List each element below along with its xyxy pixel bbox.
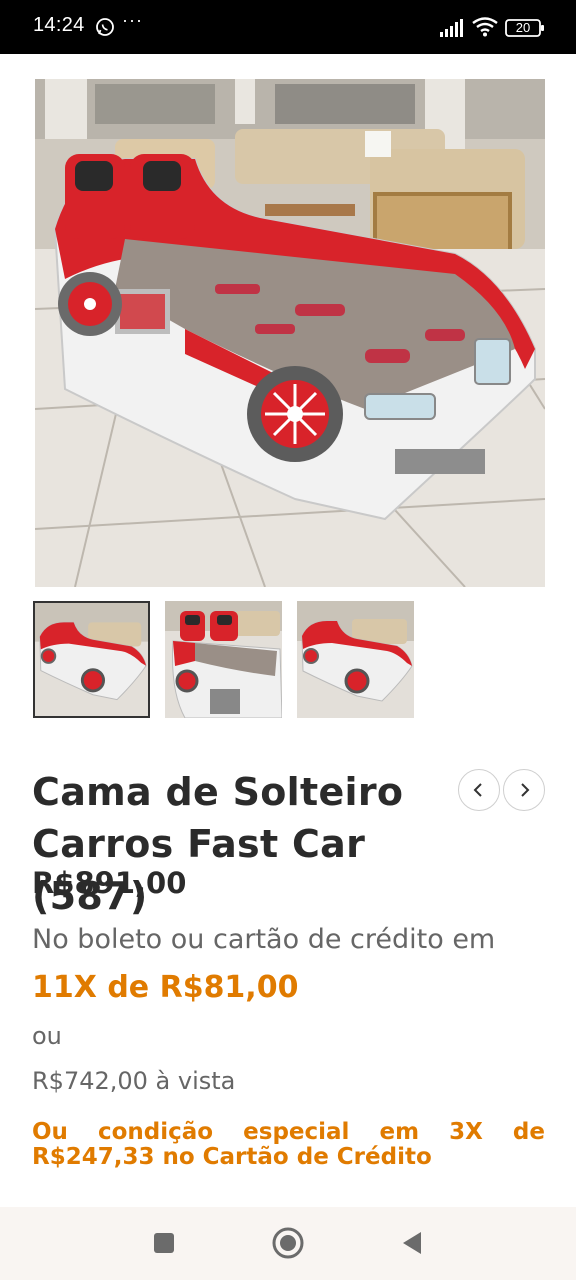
thumbnail-3[interactable] [297,601,414,718]
status-time: 14:24 [33,14,85,36]
back-triangle-icon [403,1232,421,1254]
wifi-icon [472,17,498,37]
chevron-left-icon [473,783,482,797]
status-bar: 14:24 ··· 20 [0,0,576,54]
thumbnail-1[interactable] [33,601,150,718]
thumbnail-2[interactable] [165,601,282,718]
previous-product-button[interactable] [458,769,500,811]
whatsapp-icon [96,18,114,36]
chevron-right-icon [521,783,530,797]
installment-price: 11X de R$81,00 [32,970,299,1005]
thumbnail-photo [35,603,148,716]
cash-price: R$742,00 à vista [32,1067,236,1095]
product-main-image[interactable] [35,79,545,587]
signal-icon [440,19,463,37]
product-price: R$891,00 [32,866,187,900]
more-dots-icon: ··· [122,10,143,30]
special-condition-line2: R$247,33 no Cartão de Crédito [32,1144,432,1170]
thumbnail-photo [297,601,414,718]
payment-note: No boleto ou cartão de crédito em [32,924,496,955]
home-circle-icon [272,1227,304,1259]
product-title-line1: Cama de Solteiro [32,770,404,814]
system-nav-bar [0,1207,576,1280]
special-condition: Ou condição especial em 3X de R$247,33 n… [32,1120,545,1170]
product-nav-arrows [458,769,548,811]
square-icon [154,1233,174,1253]
recents-button[interactable] [147,1226,181,1260]
or-text: ou [32,1022,62,1050]
back-button[interactable] [395,1226,429,1260]
battery-icon: 20 [505,18,545,38]
thumbnail-photo [165,601,282,718]
special-condition-line1: Ou condição especial em 3X de [32,1119,545,1145]
next-product-button[interactable] [503,769,545,811]
car-bed-photo [35,79,545,587]
home-button[interactable] [271,1226,305,1260]
battery-level: 20 [515,20,531,35]
